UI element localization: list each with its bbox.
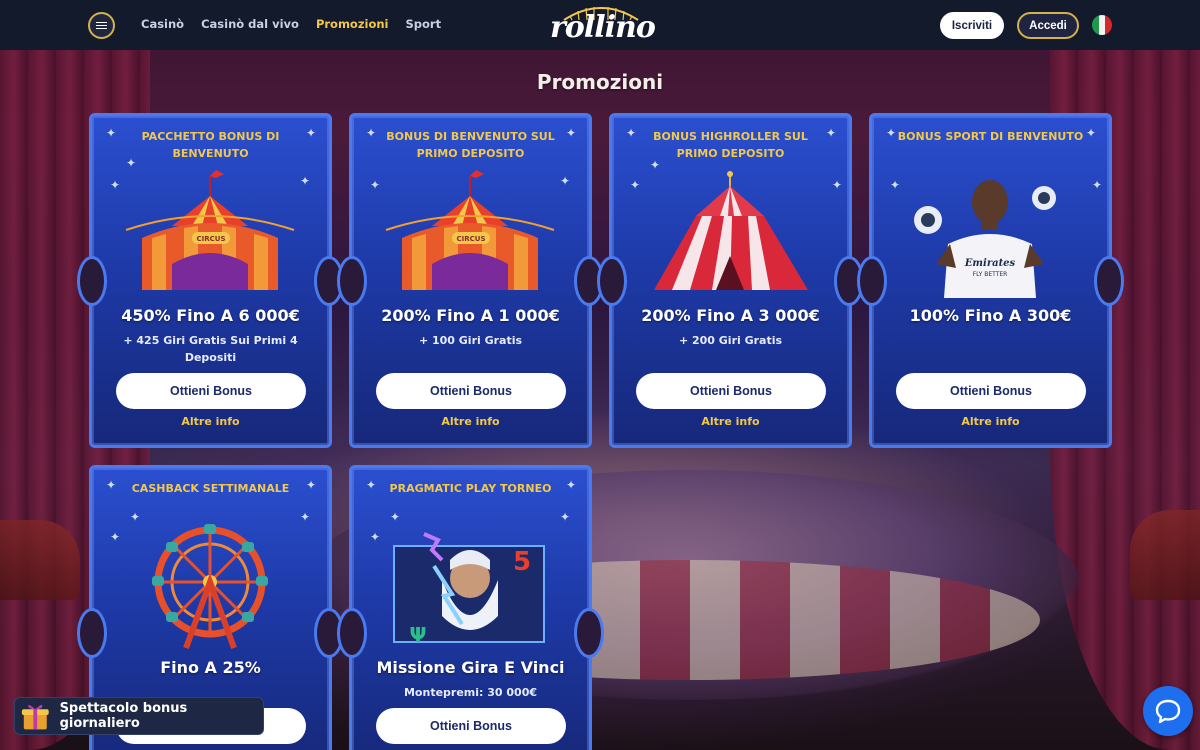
- sparkle-icon: ✦: [306, 478, 317, 492]
- main-nav: Casinò Casinò dal vivo Promozioni Sport: [141, 17, 441, 31]
- promo-headline: 200% Fino A 3 000€: [641, 306, 820, 325]
- svg-text:CIRCUS: CIRCUS: [457, 235, 486, 243]
- sparkle-icon: ✦: [366, 126, 377, 140]
- more-info-link[interactable]: Altre info: [892, 415, 1089, 428]
- svg-text:5: 5: [513, 547, 531, 577]
- more-info-link[interactable]: Altre info: [632, 415, 829, 428]
- promo-title: PACCHETTO BONUS DI BENVENUTO: [141, 130, 280, 160]
- sparkle-icon: ✦: [826, 126, 837, 140]
- sparkle-icon: ✦: [566, 478, 577, 492]
- cannon-right: [1130, 510, 1200, 600]
- svg-text:CIRCUS: CIRCUS: [197, 235, 226, 243]
- sparkle-icon: ✦: [106, 478, 117, 492]
- sparkle-icon: ✦: [626, 126, 637, 140]
- sparkle-icon: ✦: [366, 478, 377, 492]
- promo-title: BONUS SPORT DI BENVENUTO: [897, 130, 1084, 143]
- promo-title: BONUS DI BENVENUTO SUL PRIMO DEPOSITO: [386, 130, 555, 160]
- live-chat-button[interactable]: [1143, 686, 1193, 736]
- get-bonus-button[interactable]: Ottieni Bonus: [116, 373, 306, 409]
- sparkle-icon: ✦: [886, 126, 897, 140]
- nav-live-casino[interactable]: Casinò dal vivo: [201, 17, 299, 31]
- promo-title: CASHBACK SETTIMANALE: [131, 482, 290, 495]
- jersey-slogan: FLY BETTER: [973, 271, 1008, 278]
- chat-icon: [1155, 699, 1181, 724]
- circus-tent-icon: CIRCUS: [385, 170, 555, 290]
- promo-subtitle: Montepremi: 30 000€: [403, 686, 538, 699]
- promo-headline: 100% Fino A 300€: [909, 306, 1072, 325]
- menu-button[interactable]: [88, 12, 115, 39]
- red-tent-icon: [654, 171, 808, 290]
- promo-headline: Fino A 25%: [160, 658, 261, 677]
- promo-card-highroller: BONUS HIGHROLLER SUL PRIMO DEPOSITO ✦ ✦ …: [597, 113, 864, 448]
- promo-headline: 450% Fino A 6 000€: [121, 306, 300, 325]
- promo-subtitle: + 425 Giri Gratis Sui Primi 4 Depositi: [123, 334, 298, 364]
- sparkle-icon: ✦: [1086, 126, 1097, 140]
- nav-casino[interactable]: Casinò: [141, 17, 184, 31]
- sparkle-icon: ✦: [832, 178, 843, 192]
- more-info-link[interactable]: Altre info: [372, 415, 569, 428]
- sparkle-icon: ✦: [566, 126, 577, 140]
- rollino-logo[interactable]: rollino: [550, 2, 656, 48]
- daily-bonus-label: Spettacolo bonus giornaliero: [59, 701, 188, 731]
- sparkle-icon: ✦: [106, 126, 117, 140]
- zeus-slot-icon: 5 Ψ: [393, 532, 545, 647]
- logo-wordmark: rollino: [550, 10, 656, 45]
- signup-button[interactable]: Iscriviti: [940, 12, 1004, 39]
- football-player-image: Emirates FLY BETTER: [914, 180, 1056, 298]
- more-info-link[interactable]: Altre info: [112, 415, 309, 428]
- sparkle-icon: ✦: [1092, 178, 1103, 192]
- get-bonus-button[interactable]: Ottieni Bonus: [896, 373, 1086, 409]
- promo-title: BONUS HIGHROLLER SUL PRIMO DEPOSITO: [653, 130, 808, 160]
- promo-card-pragmatic-tournament: PRAGMATIC PLAY TORNEO ✦ ✦ ✦ ✦ ✦ 5 Ψ Miss…: [337, 465, 604, 750]
- italy-flag-icon[interactable]: [1092, 15, 1112, 35]
- promo-card-first-deposit: BONUS DI BENVENUTO SUL PRIMO DEPOSITO ✦ …: [337, 113, 604, 448]
- cannon-left: [0, 520, 80, 600]
- promo-headline: 200% Fino A 1 000€: [381, 306, 560, 325]
- promo-card-welcome-package: PACCHETTO BONUS DI BENVENUTO ✦ ✦ ✦ ✦ ✦ C…: [77, 113, 344, 448]
- page-title: Promozioni: [536, 70, 664, 94]
- nav-sport[interactable]: Sport: [406, 17, 442, 31]
- nav-promotions[interactable]: Promozioni: [316, 17, 389, 31]
- promo-headline: Missione Gira E Vinci: [376, 658, 565, 677]
- gift-icon: [21, 704, 49, 730]
- hamburger-icon: [96, 21, 107, 30]
- promo-card-sport-welcome: BONUS SPORT DI BENVENUTO ✦ ✦ ✦ ✦ Emirate…: [857, 113, 1124, 448]
- daily-bonus-widget[interactable]: Spettacolo bonus giornaliero: [14, 697, 264, 735]
- get-bonus-button[interactable]: Ottieni Bonus: [376, 708, 566, 744]
- get-bonus-button[interactable]: Ottieni Bonus: [636, 373, 826, 409]
- sparkle-icon: ✦: [306, 126, 317, 140]
- promo-title: PRAGMATIC PLAY TORNEO: [389, 482, 552, 495]
- svg-text:Ψ: Ψ: [410, 623, 427, 647]
- get-bonus-button[interactable]: Ottieni Bonus: [376, 373, 566, 409]
- top-header: Casinò Casinò dal vivo Promozioni Sport …: [0, 0, 1200, 50]
- login-button[interactable]: Accedi: [1017, 12, 1079, 39]
- promo-subtitle: + 100 Giri Gratis: [418, 334, 523, 347]
- ferris-wheel-icon: [152, 524, 268, 650]
- promo-subtitle: + 200 Giri Gratis: [678, 334, 783, 347]
- jersey-sponsor: Emirates: [964, 258, 1016, 269]
- circus-tent-icon: CIRCUS: [125, 170, 295, 290]
